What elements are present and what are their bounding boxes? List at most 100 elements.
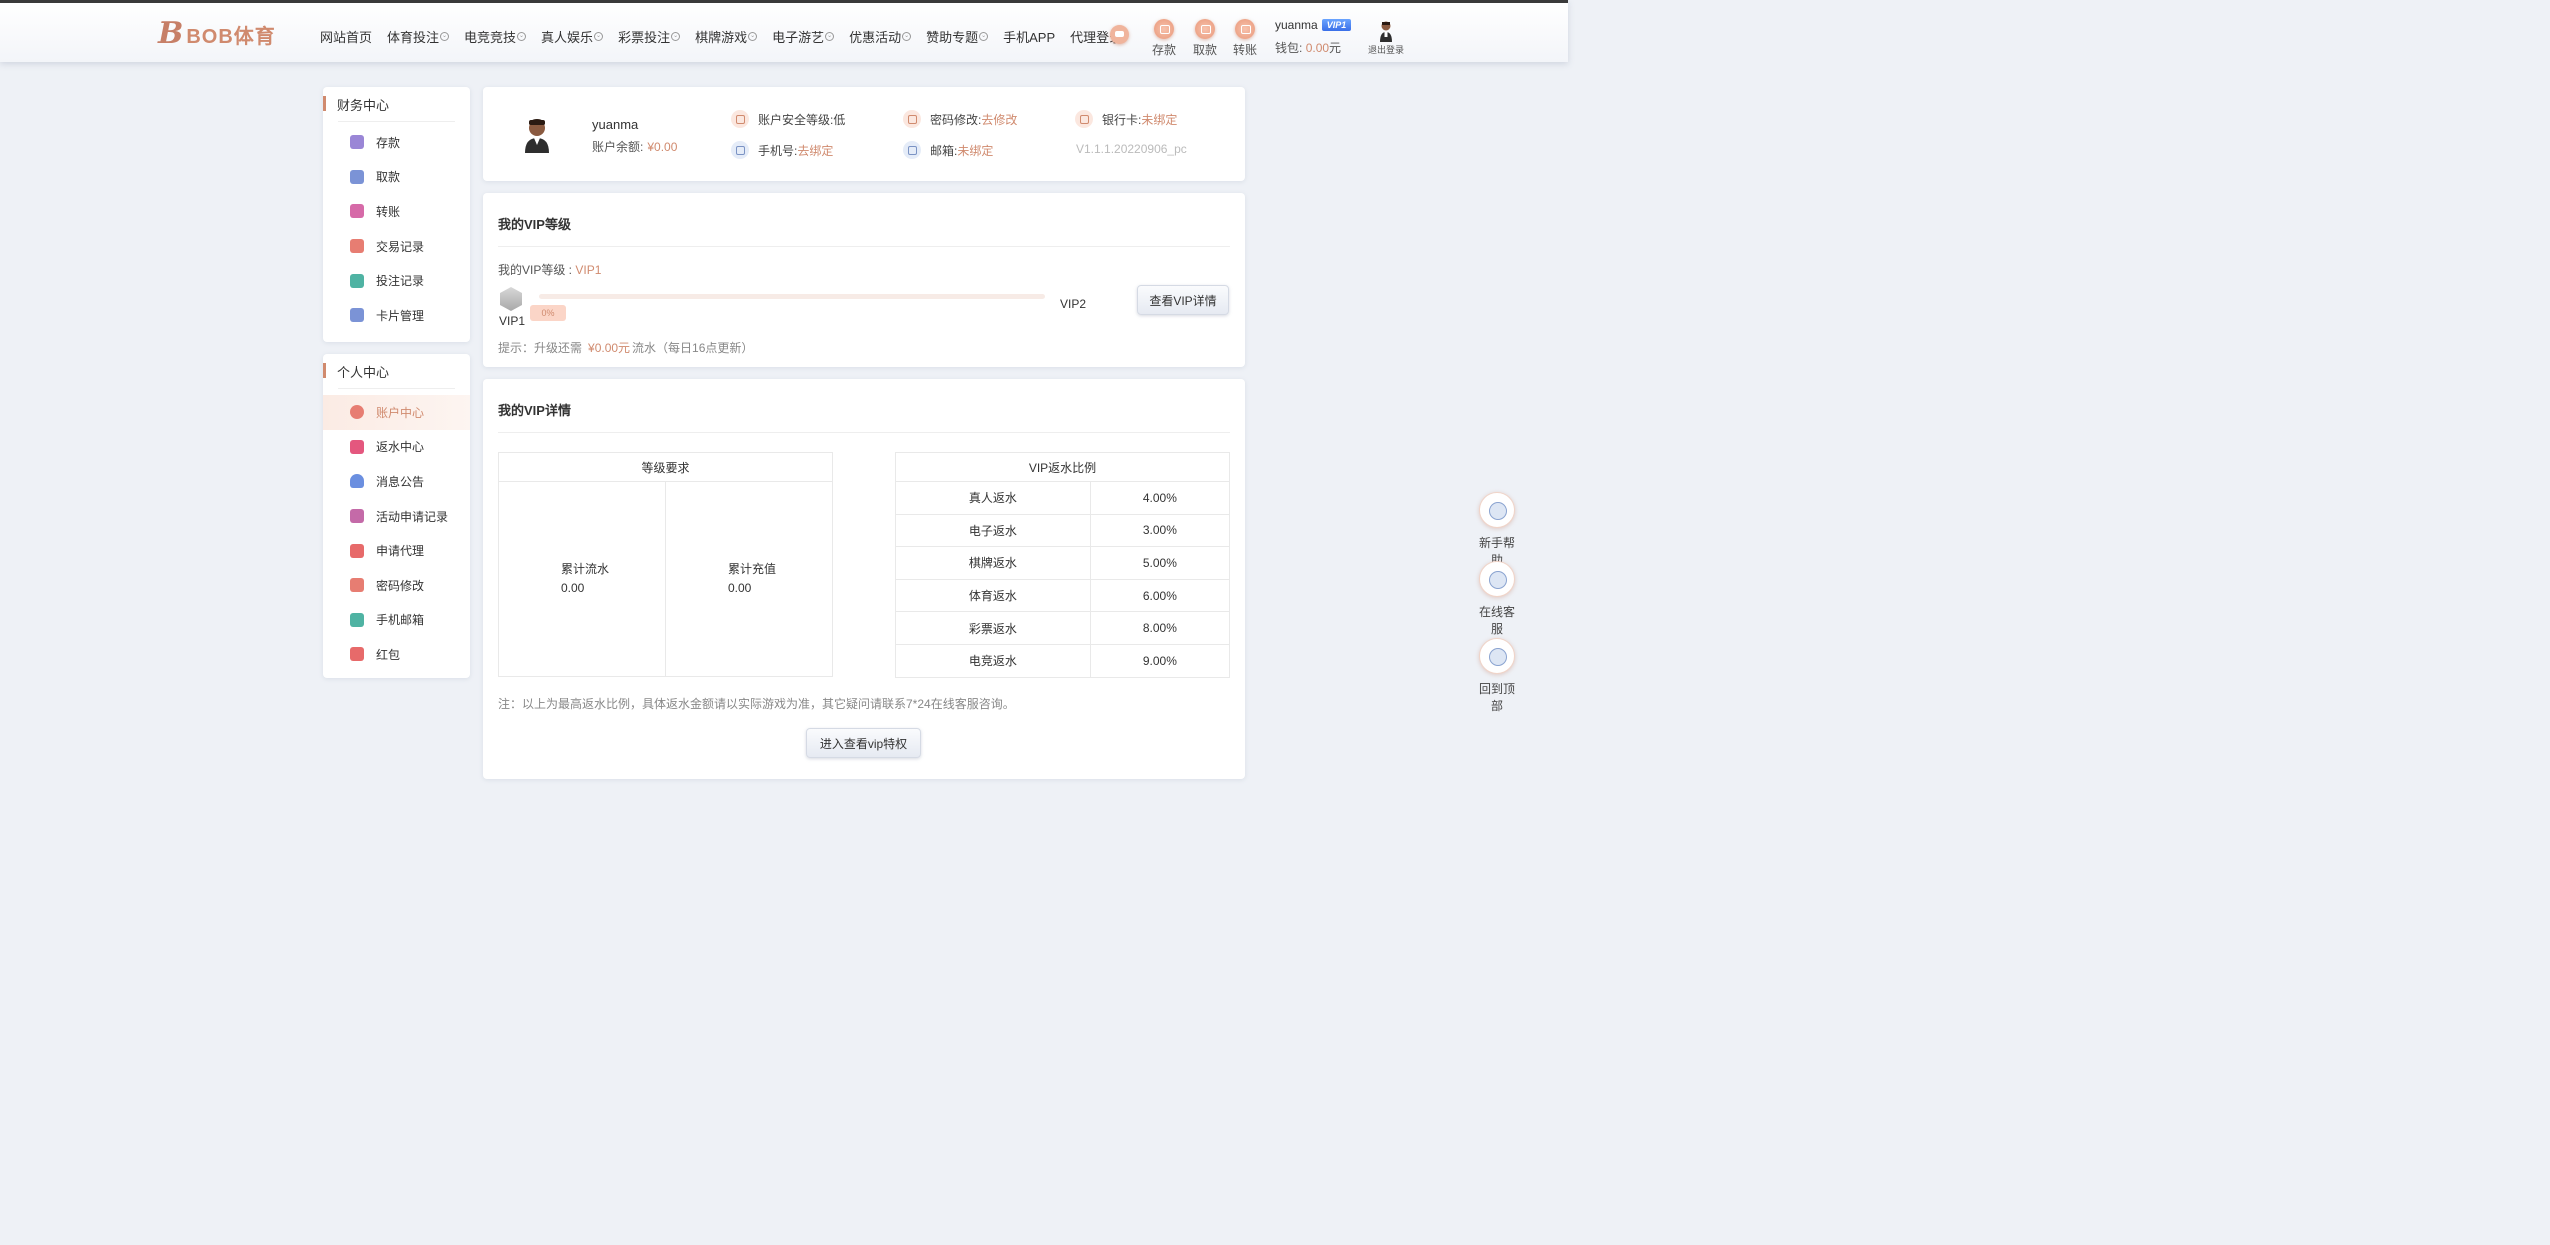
rebate-value: 4.00% (1089, 481, 1231, 515)
header-transfer-button[interactable]: 转账 (1225, 19, 1265, 58)
nav-home[interactable]: 网站首页 (320, 27, 372, 46)
sidebar-item-rebate-center[interactable]: 返水中心 (323, 430, 470, 465)
site-logo[interactable]: B BOB体育 (158, 19, 276, 49)
sidebar-item-label: 转账 (376, 204, 401, 219)
vip-level-value: VIP1 (575, 263, 602, 277)
personal-center-panel: 个人中心 账户中心 返水中心 消息公告 活动申请记录 申请代理 密码修改 手机邮… (323, 354, 470, 678)
next-vip-label: VIP2 (1060, 297, 1087, 311)
main-nav: 网站首页 体育投注 ⌄ 电竞竞技 ⌄ 真人娱乐 ⌄ 彩票投注 ⌄ 棋牌游戏 ⌄ 电子游艺 ⌄… (320, 27, 1137, 46)
requirement-value: 0.00 (561, 581, 585, 595)
rebate-note: 注：以上为最高返水比例，具体返水金额请以实际游戏为准，其它疑问请联系7*24在线… (498, 697, 1015, 711)
user-info: yuanma VIP1 钱包: 0.00元 (1275, 18, 1352, 56)
rebate-label: 电子返水 (895, 513, 1091, 548)
transaction-record-icon (350, 239, 364, 254)
sidebar-item-transfer[interactable]: 转账 (323, 194, 470, 229)
table-row: 体育返水 6.00% (895, 578, 1231, 613)
sidebar-item-apply-agent[interactable]: 申请代理 (323, 533, 470, 568)
view-vip-details-button[interactable]: 查看VIP详情 (1137, 285, 1229, 315)
sidebar-item-activity-records[interactable]: 活动申请记录 (323, 499, 470, 534)
sidebar-item-change-password[interactable]: 密码修改 (323, 568, 470, 603)
nav-slots[interactable]: 电子游艺 ⌄ (772, 27, 835, 46)
sidebar-item-label: 投注记录 (376, 274, 425, 289)
agent-icon (350, 543, 364, 558)
chevron-down-icon: ⌄ (979, 32, 989, 41)
chevron-down-icon: ⌄ (440, 32, 450, 41)
rebate-label: 体育返水 (895, 578, 1091, 613)
view-vip-privileges-button[interactable]: 进入查看vip特权 (806, 728, 921, 758)
profile-username: yuanma (592, 117, 639, 132)
beginner-help-button[interactable]: 新手帮助 (1474, 492, 1520, 568)
shield-icon (731, 110, 749, 128)
vip-level-card: 我的VIP等级 我的VIP等级 : VIP1 VIP1 0% VIP2 查看VI… (483, 193, 1245, 367)
nav-sponsorship[interactable]: 赞助专题 ⌄ (926, 27, 989, 46)
requirement-value: 0.00 (728, 581, 752, 595)
nav-esports[interactable]: 电竞竞技 ⌄ (464, 27, 527, 46)
version-info: V1.1.1.20220906_pc (1076, 142, 1187, 156)
phone-label: 手机号: (758, 143, 798, 158)
nav-mobile-app[interactable]: 手机APP (1003, 27, 1055, 46)
sidebar-item-label: 密码修改 (376, 578, 425, 593)
vip-progress-percent: 0% (530, 305, 566, 321)
personal-center-title: 个人中心 (323, 354, 470, 388)
withdraw-icon (1195, 19, 1215, 39)
avatar (1379, 20, 1393, 42)
email-binding: 邮箱: 未绑定 (903, 141, 993, 159)
wallet-balance: 钱包: 0.00元 (1275, 39, 1351, 56)
sidebar-item-card-management[interactable]: 卡片管理 (323, 298, 470, 333)
rebate-value: 3.00% (1089, 513, 1231, 548)
rebate-value: 8.00% (1089, 611, 1231, 645)
account-balance: 账户余额: ¥0.00 (592, 138, 677, 155)
deposit-icon (350, 135, 364, 150)
sidebar-item-red-packet[interactable]: 红包 (323, 637, 470, 672)
withdraw-label: 取款 (1192, 43, 1217, 57)
nav-chess[interactable]: 棋牌游戏 ⌄ (695, 27, 758, 46)
bank-card-link[interactable]: 未绑定 (1141, 111, 1177, 128)
profile-card: yuanma 账户余额: ¥0.00 账户安全等级: 低 密码修改: 去修改 银行卡:… (483, 87, 1245, 181)
logout-button[interactable]: 退出登录 (1368, 20, 1404, 56)
email-bind-link[interactable]: 未绑定 (957, 142, 993, 159)
sidebar-item-account-center[interactable]: 账户中心 (323, 395, 470, 430)
requirement-label: 累计流水 (561, 562, 610, 576)
level-requirements-table: 等级要求 累计流水 0.00 累计充值 0.00 (498, 452, 833, 677)
back-to-top-button[interactable]: 回到顶部 (1474, 638, 1520, 714)
divider (498, 432, 1230, 433)
nav-lottery[interactable]: 彩票投注 ⌄ (618, 27, 681, 46)
gift-icon (350, 439, 364, 454)
sidebar-item-bet-records[interactable]: 投注记录 (323, 263, 470, 298)
finance-center-title: 财务中心 (323, 87, 470, 121)
header-deposit-button[interactable]: 存款 (1144, 19, 1184, 58)
vip-medal-icon (500, 287, 522, 311)
transfer-icon (1235, 19, 1255, 39)
support-icon (1479, 561, 1515, 597)
online-support-button[interactable]: 在线客服 (1474, 561, 1520, 637)
wallet-label: 钱包: (1275, 41, 1303, 55)
password-change: 密码修改: 去修改 (903, 110, 1017, 128)
deposit-label: 存款 (1151, 43, 1176, 57)
nav-label: 手机APP (1003, 30, 1056, 45)
sidebar-item-withdraw[interactable]: 取款 (323, 160, 470, 195)
nav-label: 体育投注 (387, 30, 440, 45)
bell-icon (350, 474, 364, 489)
nav-sports[interactable]: 体育投注 ⌄ (387, 27, 450, 46)
message-icon[interactable] (1110, 25, 1129, 44)
password-change-link[interactable]: 去修改 (981, 111, 1017, 128)
nav-promotions[interactable]: 优惠活动 ⌄ (849, 27, 912, 46)
rebate-value: 5.00% (1089, 546, 1231, 580)
top-header: B BOB体育 网站首页 体育投注 ⌄ 电竞竞技 ⌄ 真人娱乐 ⌄ 彩票投注 ⌄ 棋牌游… (0, 0, 1568, 62)
bank-label: 银行卡: (1102, 112, 1142, 127)
sidebar-item-phone-email[interactable]: 手机邮箱 (323, 603, 470, 638)
mail-icon (903, 141, 921, 159)
vip-badge: VIP1 (1321, 19, 1352, 31)
sidebar-item-announcements[interactable]: 消息公告 (323, 464, 470, 499)
chevron-down-icon: ⌄ (748, 32, 758, 41)
transfer-icon (350, 204, 364, 219)
sidebar-item-label: 取款 (376, 170, 401, 185)
table-row: 电竞返水 9.00% (895, 643, 1231, 678)
sidebar-item-transactions[interactable]: 交易记录 (323, 229, 470, 264)
balance-label: 账户余额: (592, 140, 644, 154)
header-withdraw-button[interactable]: 取款 (1185, 19, 1225, 58)
table-row: 棋牌返水 5.00% (895, 546, 1231, 580)
nav-live-casino[interactable]: 真人娱乐 ⌄ (541, 27, 604, 46)
sidebar-item-deposit[interactable]: 存款 (323, 125, 470, 160)
phone-bind-link[interactable]: 去绑定 (797, 142, 833, 159)
